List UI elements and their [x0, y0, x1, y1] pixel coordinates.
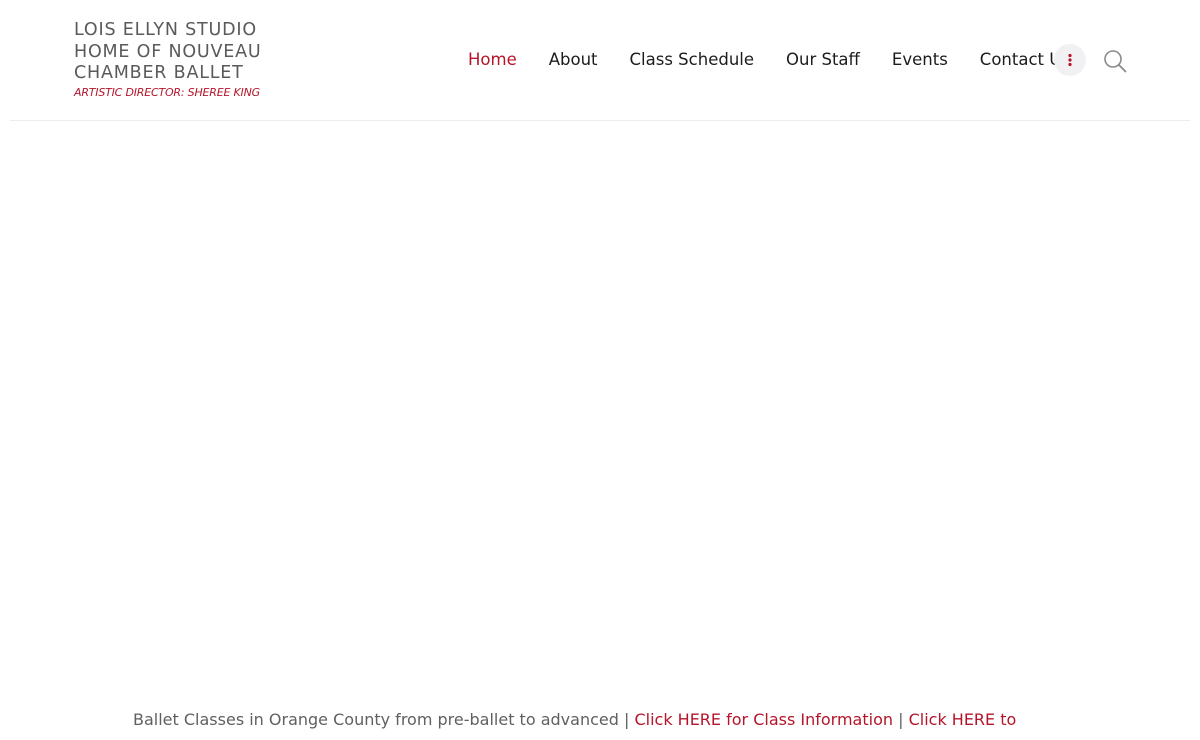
intro-separator: |: [623, 710, 630, 729]
nav-item-our-staff[interactable]: Our Staff: [786, 44, 860, 76]
nav-item-class-schedule[interactable]: Class Schedule: [630, 44, 754, 76]
vertical-dots-icon: [1068, 53, 1072, 67]
more-menu-button[interactable]: [1054, 44, 1086, 76]
second-click-here-link[interactable]: Click HERE to: [909, 710, 1017, 729]
search-button[interactable]: [1102, 48, 1128, 74]
nav-item-events[interactable]: Events: [892, 44, 948, 76]
search-icon: [1104, 50, 1127, 73]
nav-item-about[interactable]: About: [549, 44, 598, 76]
nav-item-home[interactable]: Home: [468, 44, 517, 76]
intro-description: Ballet Classes in Orange County from pre…: [133, 710, 619, 729]
main-nav: Home About Class Schedule Our Staff Even…: [450, 44, 1070, 76]
class-information-link[interactable]: Click HERE for Class Information: [634, 710, 893, 729]
page: LOIS ELLYN STUDIO HOME OF NOUVEAU CHAMBE…: [0, 0, 1200, 740]
site-header: LOIS ELLYN STUDIO HOME OF NOUVEAU CHAMBE…: [0, 0, 1200, 120]
intro-separator: |: [898, 710, 904, 729]
site-tagline: ARTISTIC DIRECTOR: SHEREE KING: [74, 85, 260, 99]
intro-text: Ballet Classes in Orange County from pre…: [133, 708, 1016, 732]
site-title: LOIS ELLYN STUDIO HOME OF NOUVEAU CHAMBE…: [74, 20, 262, 83]
site-logo-link[interactable]: LOIS ELLYN STUDIO HOME OF NOUVEAU CHAMBE…: [74, 20, 334, 99]
hero-area: [0, 121, 1200, 681]
